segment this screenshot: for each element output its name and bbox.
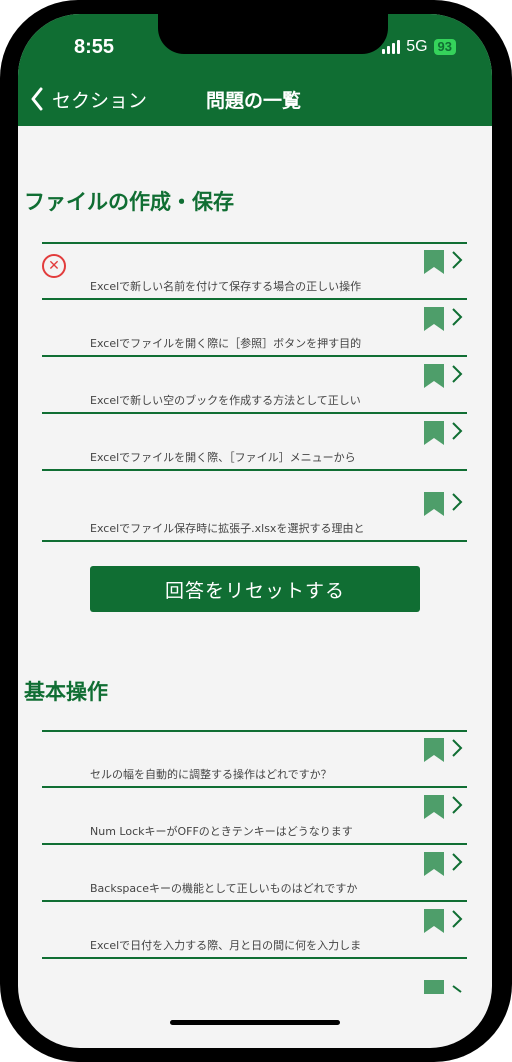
bookmark-icon[interactable] — [424, 795, 444, 819]
section-title: 基本操作 — [24, 680, 108, 704]
row-divider — [42, 900, 467, 902]
chevron-right-icon — [452, 853, 463, 871]
chevron-right-icon — [452, 985, 462, 993]
question-text: Excelでファイルを開く際に［参照］ボタンを押す目的 — [90, 337, 362, 350]
bookmark-icon[interactable] — [424, 250, 444, 274]
question-row-partial[interactable] — [42, 974, 467, 1004]
question-row[interactable]: Num LockキーがOFFのときテンキーはどうなります — [42, 789, 467, 845]
status-time: 8:55 — [74, 36, 115, 58]
notch — [158, 14, 388, 54]
question-row[interactable]: Excelでファイルを開く際、［ファイル］メニューから — [42, 415, 467, 471]
question-row[interactable]: セルの幅を自動的に調整する操作はどれですか？ — [42, 732, 467, 788]
network-label: 5G — [406, 38, 428, 55]
chevron-right-icon — [452, 251, 463, 269]
row-divider — [42, 540, 467, 542]
bookmark-icon[interactable] — [424, 909, 444, 933]
question-row[interactable]: ✕ Excelで新しい名前を付けて保存する場合の正しい操作 — [42, 244, 467, 300]
question-row[interactable]: Excelでファイル保存時に拡張子.xlsxを選択する理由と — [42, 486, 467, 542]
section-title: ファイルの作成・保存 — [24, 190, 234, 214]
bookmark-icon[interactable] — [424, 738, 444, 762]
row-divider — [42, 957, 467, 959]
power-button — [506, 232, 512, 342]
question-text: Backspaceキーの機能として正しいものはどれですか — [90, 882, 358, 895]
bookmark-icon[interactable] — [424, 492, 444, 516]
chevron-right-icon — [452, 739, 463, 757]
question-text: セルの幅を自動的に調整する操作はどれですか？ — [90, 768, 332, 781]
row-divider — [42, 298, 467, 300]
incorrect-mark-icon: ✕ — [42, 254, 66, 278]
chevron-right-icon — [452, 796, 463, 814]
home-indicator — [170, 1020, 340, 1025]
row-divider — [42, 786, 467, 788]
chevron-left-icon — [31, 87, 43, 111]
reset-answers-button[interactable]: 回答をリセットする — [90, 566, 420, 612]
bookmark-icon[interactable] — [424, 421, 444, 445]
question-row[interactable]: Excelでファイルを開く際に［参照］ボタンを押す目的 — [42, 301, 467, 357]
question-text: Num LockキーがOFFのときテンキーはどうなります — [90, 825, 353, 838]
question-row[interactable]: Excelで新しい空のブックを作成する方法として正しい — [42, 358, 467, 414]
chevron-right-icon — [452, 365, 463, 383]
question-row[interactable]: Excelで日付を入力する際、月と日の間に何を入力しま — [42, 903, 467, 959]
question-text: Excelで新しい空のブックを作成する方法として正しい — [90, 394, 361, 407]
row-divider — [42, 355, 467, 357]
question-text: Excelで日付を入力する際、月と日の間に何を入力しま — [90, 939, 362, 952]
chevron-right-icon — [452, 308, 463, 326]
battery-icon: 93 — [433, 39, 456, 55]
status-icons: 5G 93 — [382, 38, 456, 56]
bookmark-icon[interactable] — [424, 364, 444, 388]
question-row[interactable]: Backspaceキーの機能として正しいものはどれですか — [42, 846, 467, 902]
bookmark-icon[interactable] — [424, 307, 444, 331]
row-divider — [42, 412, 467, 414]
volume-down-button — [0, 280, 6, 346]
back-label: セクション — [52, 89, 148, 112]
row-divider — [42, 469, 467, 471]
question-text: Excelでファイル保存時に拡張子.xlsxを選択する理由と — [90, 522, 365, 535]
page-title: 問題の一覧 — [206, 90, 302, 112]
back-button[interactable]: セクション — [30, 84, 147, 114]
bookmark-icon[interactable] — [424, 852, 444, 876]
question-text: Excelでファイルを開く際、［ファイル］メニューから — [90, 451, 356, 464]
question-text: Excelで新しい名前を付けて保存する場合の正しい操作 — [90, 280, 362, 293]
row-divider — [42, 843, 467, 845]
chevron-right-icon — [452, 493, 463, 511]
chevron-right-icon — [452, 422, 463, 440]
mute-switch — [0, 128, 6, 164]
screen: 8:55 5G 93 セクション 問題の一覧 ファイルの作成・保存 ✕ Exce… — [18, 14, 492, 1048]
signal-icon — [382, 40, 401, 54]
chevron-right-icon — [452, 910, 463, 928]
volume-up-button — [0, 196, 6, 262]
app-header: 8:55 5G 93 セクション 問題の一覧 — [18, 14, 492, 126]
bookmark-icon[interactable] — [424, 980, 444, 994]
